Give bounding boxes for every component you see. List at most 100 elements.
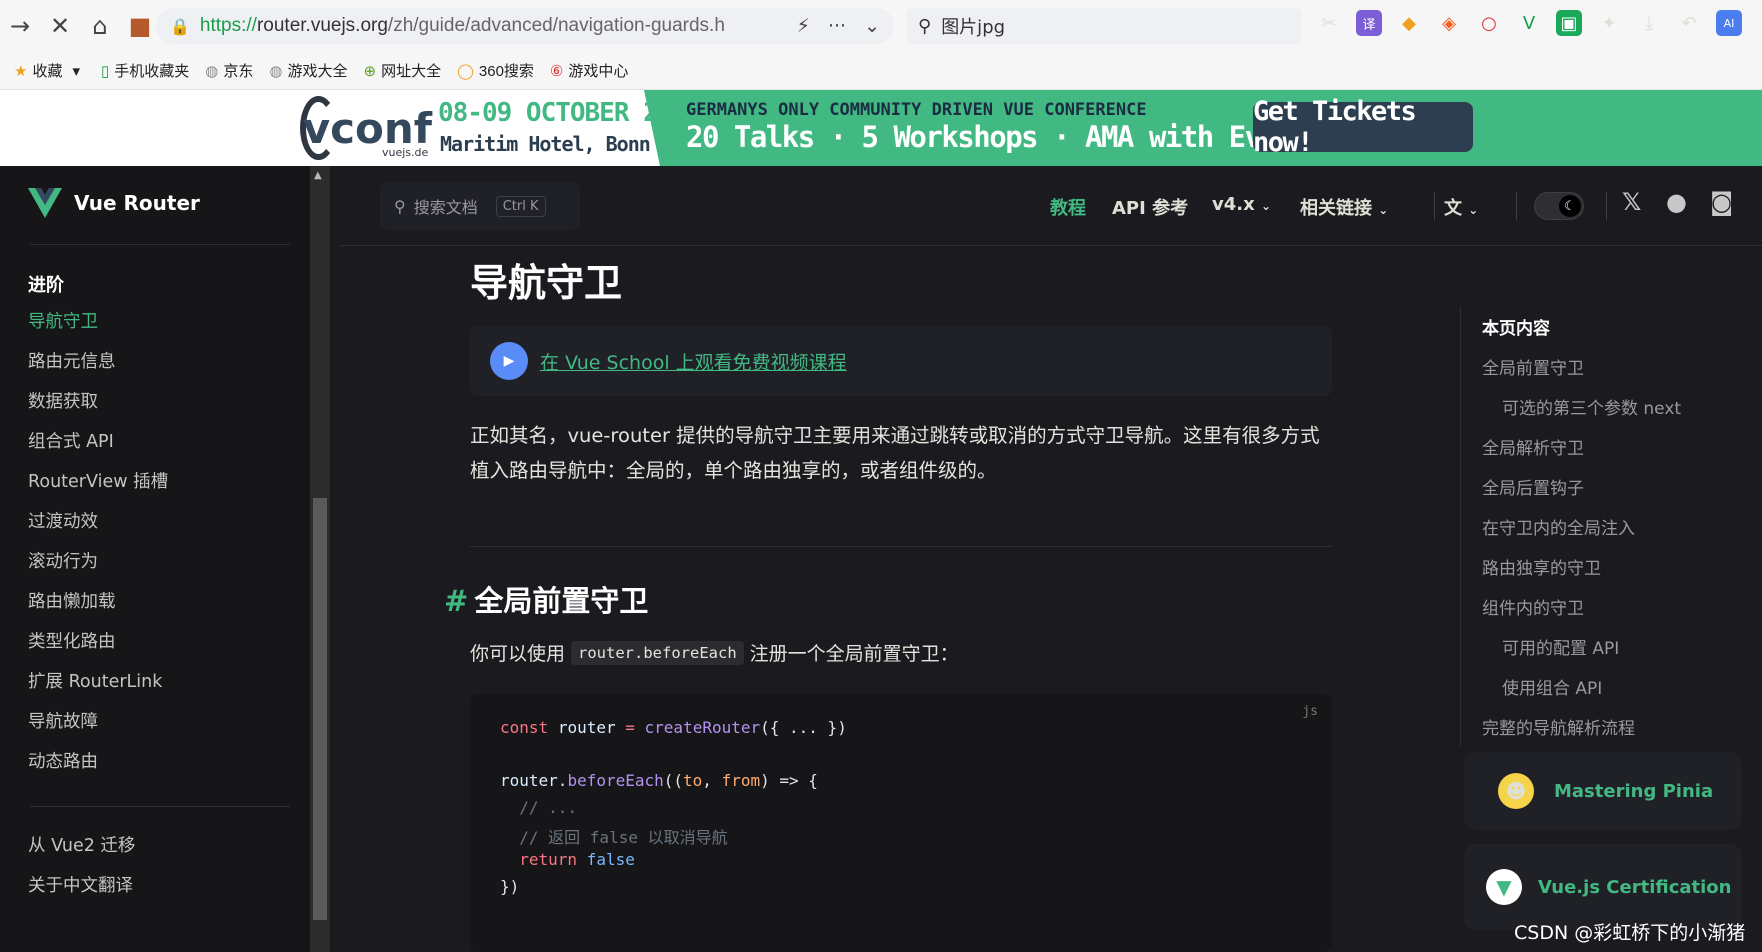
code-line: return false — [500, 850, 635, 869]
bookmark-360[interactable]: ◯ 360搜索 — [457, 60, 534, 81]
green-ext-icon[interactable]: ▣ — [1556, 10, 1582, 36]
toc-item[interactable]: 可选的第三个参数 next — [1502, 394, 1681, 419]
browser-search-box[interactable]: ⚲ 图片jpg — [906, 8, 1302, 44]
nav-related-links[interactable]: 相关链接 ⌄ — [1300, 194, 1388, 220]
intro-paragraph: 正如其名，vue-router 提供的导航守卫主要用来通过跳转或取消的方式守卫导… — [470, 424, 1320, 482]
doc-search-button[interactable]: ⚲ 搜索文档 Ctrl K — [380, 182, 580, 230]
sidebar-item[interactable]: 滚动行为 — [28, 548, 98, 573]
toc-item[interactable]: 全局后置钩子 — [1482, 474, 1584, 499]
nav-tutorial[interactable]: 教程 — [1050, 194, 1086, 220]
code-line: const router = createRouter({ ... }) — [500, 718, 847, 737]
lightning-icon[interactable]: ⚡ — [797, 15, 810, 37]
brand-link[interactable]: Vue Router — [28, 188, 200, 218]
address-bar[interactable]: 🔒 https://router.vuejs.org/zh/guide/adva… — [156, 8, 894, 44]
home-icon[interactable]: ⌂ — [80, 6, 120, 46]
vueconf-logo: vconf vuejs.de — [300, 94, 432, 162]
get-tickets-button[interactable]: Get Tickets now! — [1253, 96, 1473, 158]
vue-ext-icon[interactable]: V — [1516, 10, 1542, 36]
game-ext-icon[interactable]: ◈ — [1436, 10, 1462, 36]
sidebar-item[interactable]: 数据获取 — [28, 388, 98, 413]
chevron-down-icon[interactable]: ⌄ — [864, 15, 880, 37]
sidebar-item[interactable]: 类型化路由 — [28, 628, 116, 653]
sidebar-item-migration[interactable]: 从 Vue2 迁移 — [28, 832, 135, 857]
banner-green-panel: GERMANYS ONLY COMMUNITY DRIVEN VUE CONFE… — [644, 90, 1762, 166]
toc-item[interactable]: 可用的配置 API — [1502, 634, 1619, 659]
url-text[interactable]: https://router.vuejs.org/zh/guide/advanc… — [200, 15, 779, 37]
bookmarks-bar: ★ 收藏 ▾ ▯ 手机收藏夹 ◍ 京东 ◍ 游戏大全 ⊕ 网址大全 ◯ 360搜索 ⑥ 游戏中心 — [0, 52, 1762, 90]
sidebar-item[interactable]: 路由懒加载 — [28, 588, 116, 613]
plus-circle-icon: ⊕ — [363, 62, 377, 80]
banner-venue: Maritim Hotel, Bonn — [440, 132, 651, 156]
play-icon[interactable]: ▶ — [490, 342, 528, 380]
code-line: }) — [500, 877, 520, 896]
watermark: CSDN @彩虹桥下的小渐猪 — [1514, 922, 1746, 944]
undo-icon[interactable]: ↶ — [1676, 10, 1702, 36]
puzzle-icon[interactable]: ✦ — [1596, 10, 1622, 36]
sidebar-item[interactable]: 路由元信息 — [28, 348, 116, 373]
mastering-pinia-card[interactable]: ☻ Mastering Pinia — [1464, 752, 1742, 830]
close-icon[interactable]: ✕ — [40, 6, 80, 46]
briefcase-icon[interactable]: ■ — [120, 6, 160, 46]
scrollbar-thumb[interactable] — [313, 498, 327, 920]
shield-ext-icon[interactable]: ◆ — [1396, 10, 1422, 36]
pinia-icon: ☻ — [1498, 773, 1534, 809]
chevron-down-icon[interactable]: ▾ — [72, 62, 80, 80]
ai-icon[interactable]: AI — [1716, 10, 1742, 36]
vueconf-banner[interactable]: vconf vuejs.de 08-09 OCTOBER 2024 Mariti… — [0, 90, 1762, 166]
sidebar-item[interactable]: RouterView 插槽 — [28, 468, 168, 493]
search-icon: ⚲ — [394, 196, 406, 216]
code-lang-label: js — [1302, 704, 1318, 719]
chevron-down-icon: ⌄ — [1261, 199, 1272, 213]
inline-code: router.beforeEach — [571, 640, 744, 665]
nav-api[interactable]: API 参考 — [1112, 194, 1188, 220]
code-block[interactable]: js const router = createRouter({ ... }) … — [470, 694, 1332, 952]
bookmark-sites[interactable]: ⊕ 网址大全 — [364, 60, 442, 81]
dark-mode-toggle[interactable]: ☾ — [1534, 192, 1584, 220]
nav-version[interactable]: v4.x ⌄ — [1212, 194, 1271, 215]
sidebar-item[interactable]: 组合式 API — [28, 428, 114, 453]
bookmark-games[interactable]: ◍ 游戏大全 — [269, 60, 347, 81]
toc-item[interactable]: 使用组合 API — [1502, 674, 1602, 699]
top-nav: ⚲ 搜索文档 Ctrl K 教程 API 参考 v4.x ⌄ 相关链接 ⌄ 文 … — [340, 166, 1762, 246]
sidebar-item[interactable]: 动态路由 — [28, 748, 98, 773]
sidebar-section-title: 进阶 — [28, 275, 64, 296]
sidebar-item[interactable]: 过渡动效 — [28, 508, 98, 533]
forward-icon[interactable]: → — [0, 6, 40, 46]
scissors-icon[interactable]: ✂ — [1316, 10, 1342, 36]
section-paragraph: 你可以使用 router.beforeEach 注册一个全局前置守卫： — [470, 639, 959, 666]
download-icon[interactable]: ⤓ — [1636, 10, 1662, 36]
discord-icon[interactable]: ◙ — [1710, 188, 1733, 216]
table-of-contents: 本页内容 全局前置守卫 可选的第三个参数 next 全局解析守卫 全局后置钩子 在守卫内… — [1460, 246, 1762, 952]
toc-item[interactable]: 在守卫内的全局注入 — [1482, 514, 1635, 539]
translate-ext-icon[interactable]: 译 — [1356, 10, 1382, 36]
sidebar-item[interactable]: 导航故障 — [28, 708, 98, 733]
toc-item[interactable]: 全局前置守卫 — [1482, 354, 1584, 379]
sidebar-item[interactable]: 扩展 RouterLink — [28, 668, 162, 693]
x-twitter-icon[interactable]: 𝕏 — [1622, 188, 1641, 216]
lock-icon: 🔒 — [170, 16, 190, 36]
bookmark-game-center[interactable]: ⑥ 游戏中心 — [550, 60, 628, 81]
scroll-up-icon[interactable]: ▲ — [314, 170, 322, 181]
anchor-link[interactable]: # — [444, 584, 468, 618]
bookmark-favorites[interactable]: ★ 收藏 ▾ — [14, 60, 85, 81]
toc-item[interactable]: 全局解析守卫 — [1482, 434, 1584, 459]
bookmark-mobile[interactable]: ▯ 手机收藏夹 — [101, 60, 189, 81]
search-icon: ⚲ — [918, 15, 932, 37]
divider — [30, 244, 290, 245]
globe-icon: ◍ — [205, 62, 219, 80]
vueschool-link[interactable]: 在 Vue School 上观看免费视频课程 — [540, 348, 847, 375]
github-icon[interactable]: ● — [1666, 188, 1687, 216]
sidebar-item[interactable]: 导航守卫 — [28, 308, 98, 333]
sidebar-item-translation[interactable]: 关于中文翻译 — [28, 872, 133, 897]
circle-ext-icon[interactable]: ○ — [1476, 10, 1502, 36]
toc-item[interactable]: 组件内的守卫 — [1482, 594, 1584, 619]
translate-icon[interactable]: 文 ⌄ — [1444, 194, 1478, 220]
globe-icon: ◍ — [269, 62, 283, 80]
bookmark-jd[interactable]: ◍ 京东 — [205, 60, 253, 81]
sidebar-scrollbar[interactable]: ▲ — [310, 166, 330, 952]
toc-line — [1460, 306, 1461, 746]
vue-logo-icon — [28, 188, 62, 218]
toc-item[interactable]: 完整的导航解析流程 — [1482, 714, 1635, 739]
more-icon[interactable]: ··· — [828, 15, 846, 37]
toc-item[interactable]: 路由独享的守卫 — [1482, 554, 1601, 579]
